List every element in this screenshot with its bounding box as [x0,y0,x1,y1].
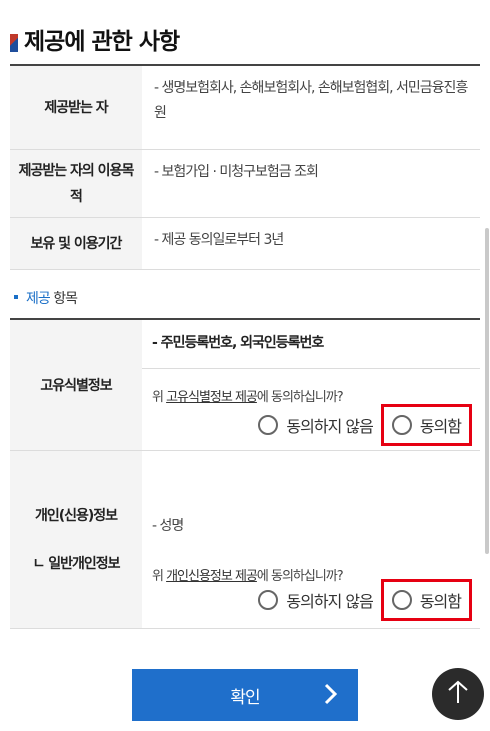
info-row-purpose: 제공받는 자의 이용목적 - 보험가입 · 미청구보험금 조회 [10,150,480,218]
scroll-top-button[interactable] [432,668,484,720]
item-label: 고유식별정보 [10,320,142,450]
provision-info-table: 제공받는 자 - 생명보험회사, 손해보험회사, 손해보험협회, 서민금융진흥원… [10,64,480,270]
info-row-period: 보유 및 이용기간 - 제공 동의일로부터 3년 [10,218,480,270]
info-label: 제공받는 자의 이용목적 [10,150,142,217]
scrollbar[interactable] [485,228,489,554]
question-suffix: 에 동의하십니까? [256,390,344,405]
disagree-radio[interactable]: 동의하지 않음 [258,588,374,612]
disagree-label: 동의하지 않음 [286,592,373,611]
item-value: - 성명 [152,518,184,534]
info-value: - 보험가입 · 미청구보험금 조회 [154,164,319,180]
divider [142,368,480,369]
question-term: 개인신용정보 제공 [166,569,258,584]
item-content: - 성명 위 개인신용정보 제공에 동의하십니까? 동의하지 않음 동의함 [142,451,480,628]
disagree-label: 동의하지 않음 [286,417,373,436]
confirm-label: 확인 [230,687,260,708]
page-title: 제공에 관한 사항 [24,29,180,55]
agree-label: 동의함 [419,592,462,611]
agree-radio[interactable]: 동의함 [380,404,472,446]
item-label-group: 개인(신용)정보 ㄴ 일반개인정보 [10,451,142,628]
question-prefix: 위 [152,390,167,405]
consent-question: 위 고유식별정보 제공에 동의하십니까? [152,386,344,405]
info-value: - 생명보험회사, 손해보험회사, 손해보험협회, 서민금융진흥원 [154,80,468,121]
agree-radio[interactable]: 동의함 [380,579,472,621]
section-highlight: 제공 [26,291,51,307]
item-label: 개인(신용)정보 [34,507,118,524]
chevron-right-icon [324,683,338,710]
item-content: - 주민등록번호, 외국인등록번호 위 고유식별정보 제공에 동의하십니까? 동… [142,320,480,450]
section-rest: 항목 [49,291,78,307]
item-sub-label: ㄴ 일반개인정보 [32,555,120,572]
question-prefix: 위 [152,569,167,584]
item-row-personal-credit: 개인(신용)정보 ㄴ 일반개인정보 - 성명 위 개인신용정보 제공에 동의하십… [10,451,480,629]
radio-circle-icon [258,590,279,610]
info-label: 제공받는 자 [10,66,142,149]
radio-circle-icon [391,415,412,435]
agree-label: 동의함 [419,417,462,436]
question-term: 고유식별정보 제공 [166,390,258,405]
arrow-up-icon [446,679,470,709]
consent-options: 동의하지 않음 동의함 [258,404,472,446]
radio-circle-icon [258,415,279,435]
bullet-icon [14,295,18,299]
provision-items-table: 고유식별정보 - 주민등록번호, 외국인등록번호 위 고유식별정보 제공에 동의… [10,318,480,629]
info-value: - 제공 동의일로부터 3년 [154,232,284,248]
page-title-wrap: 제공에 관한 사항 [10,22,180,56]
section-label: 제공 항목 [14,288,78,308]
consent-options: 동의하지 않음 동의함 [258,579,472,621]
disagree-radio[interactable]: 동의하지 않음 [258,413,374,437]
radio-circle-icon [391,590,412,610]
item-value: - 주민등록번호, 외국인등록번호 [152,335,324,351]
item-row-unique-id: 고유식별정보 - 주민등록번호, 외국인등록번호 위 고유식별정보 제공에 동의… [10,320,480,451]
info-label: 보유 및 이용기간 [10,218,142,269]
info-row-recipient: 제공받는 자 - 생명보험회사, 손해보험회사, 손해보험협회, 서민금융진흥원 [10,66,480,150]
confirm-button[interactable]: 확인 [132,669,358,721]
title-marker-icon [10,34,18,52]
